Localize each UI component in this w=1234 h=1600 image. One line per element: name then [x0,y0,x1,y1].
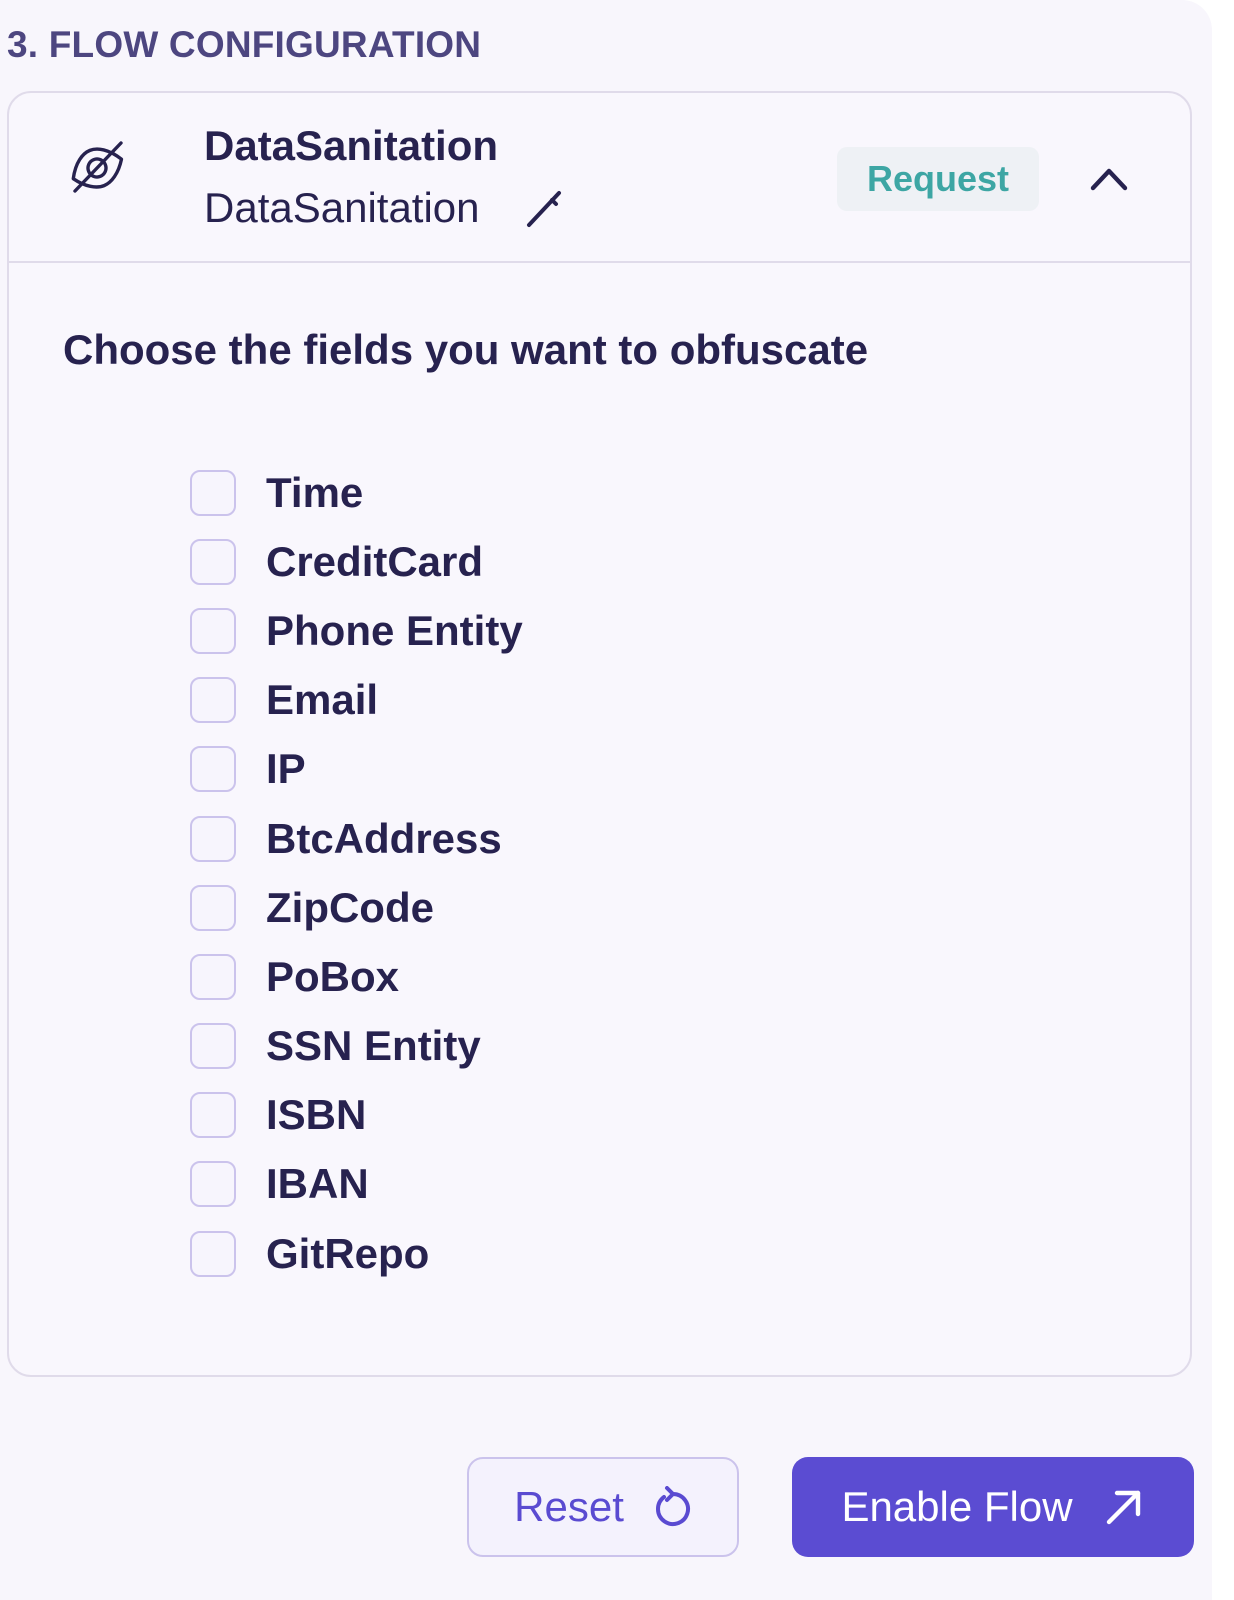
field-label: Email [266,676,379,724]
field-label: ISBN [266,1091,367,1139]
field-label: PoBox [266,952,400,1000]
checkbox[interactable] [190,1092,236,1139]
checkbox[interactable] [190,1230,236,1277]
plugin-card-header[interactable]: DataSanitation DataSanitation Request [9,93,1190,263]
checkbox[interactable] [190,1161,236,1208]
flow-configuration-panel: 3. FLOW CONFIGURATION DataSanitation Dat… [0,0,1212,1600]
pencil-icon[interactable] [524,189,564,229]
checkbox[interactable] [190,884,236,931]
field-option-ssn-entity[interactable]: SSN Entity [190,1012,890,1081]
reset-button[interactable]: Reset [467,1457,739,1557]
plugin-name: DataSanitation [204,122,499,169]
field-label: IBAN [266,1160,369,1208]
field-checkbox-list: Time CreditCard Phone Entity Email IP Bt… [190,458,890,1288]
chevron-up-icon[interactable] [1087,157,1131,201]
request-badge: Request [837,147,1039,211]
checkbox[interactable] [190,746,236,793]
plugin-display-name: DataSanitation [204,184,480,231]
field-label: Phone Entity [266,606,523,654]
field-option-phone-entity[interactable]: Phone Entity [190,596,890,665]
fields-instruction: Choose the fields you want to obfuscate [63,326,869,373]
field-label: ZipCode [266,883,434,931]
field-option-pobox[interactable]: PoBox [190,942,890,1011]
eye-off-icon [65,135,129,199]
field-option-iban[interactable]: IBAN [190,1150,890,1219]
checkbox[interactable] [190,815,236,862]
checkbox[interactable] [190,1023,236,1070]
field-option-email[interactable]: Email [190,666,890,735]
plugin-card: DataSanitation DataSanitation Request Ch… [7,91,1192,1377]
enable-flow-button-label: Enable Flow [841,1483,1073,1530]
field-label: GitRepo [266,1229,430,1277]
enable-flow-button[interactable]: Enable Flow [792,1457,1194,1557]
field-option-time[interactable]: Time [190,458,890,527]
checkbox[interactable] [190,953,236,1000]
checkbox[interactable] [190,677,236,724]
field-option-ip[interactable]: IP [190,735,890,804]
checkbox[interactable] [190,607,236,654]
checkbox[interactable] [190,538,236,585]
field-label: IP [266,745,306,793]
field-label: Time [266,468,364,516]
field-option-btcaddress[interactable]: BtcAddress [190,804,890,873]
section-title: 3. FLOW CONFIGURATION [7,24,482,65]
arrow-up-right-icon [1103,1486,1145,1528]
checkbox[interactable] [190,469,236,516]
field-label: SSN Entity [266,1022,481,1070]
field-option-isbn[interactable]: ISBN [190,1081,890,1150]
reset-icon [650,1486,692,1528]
field-option-gitrepo[interactable]: GitRepo [190,1219,890,1288]
field-option-zipcode[interactable]: ZipCode [190,873,890,942]
field-label: CreditCard [266,537,484,585]
field-option-creditcard[interactable]: CreditCard [190,527,890,596]
reset-button-label: Reset [514,1483,624,1530]
field-label: BtcAddress [266,814,502,862]
